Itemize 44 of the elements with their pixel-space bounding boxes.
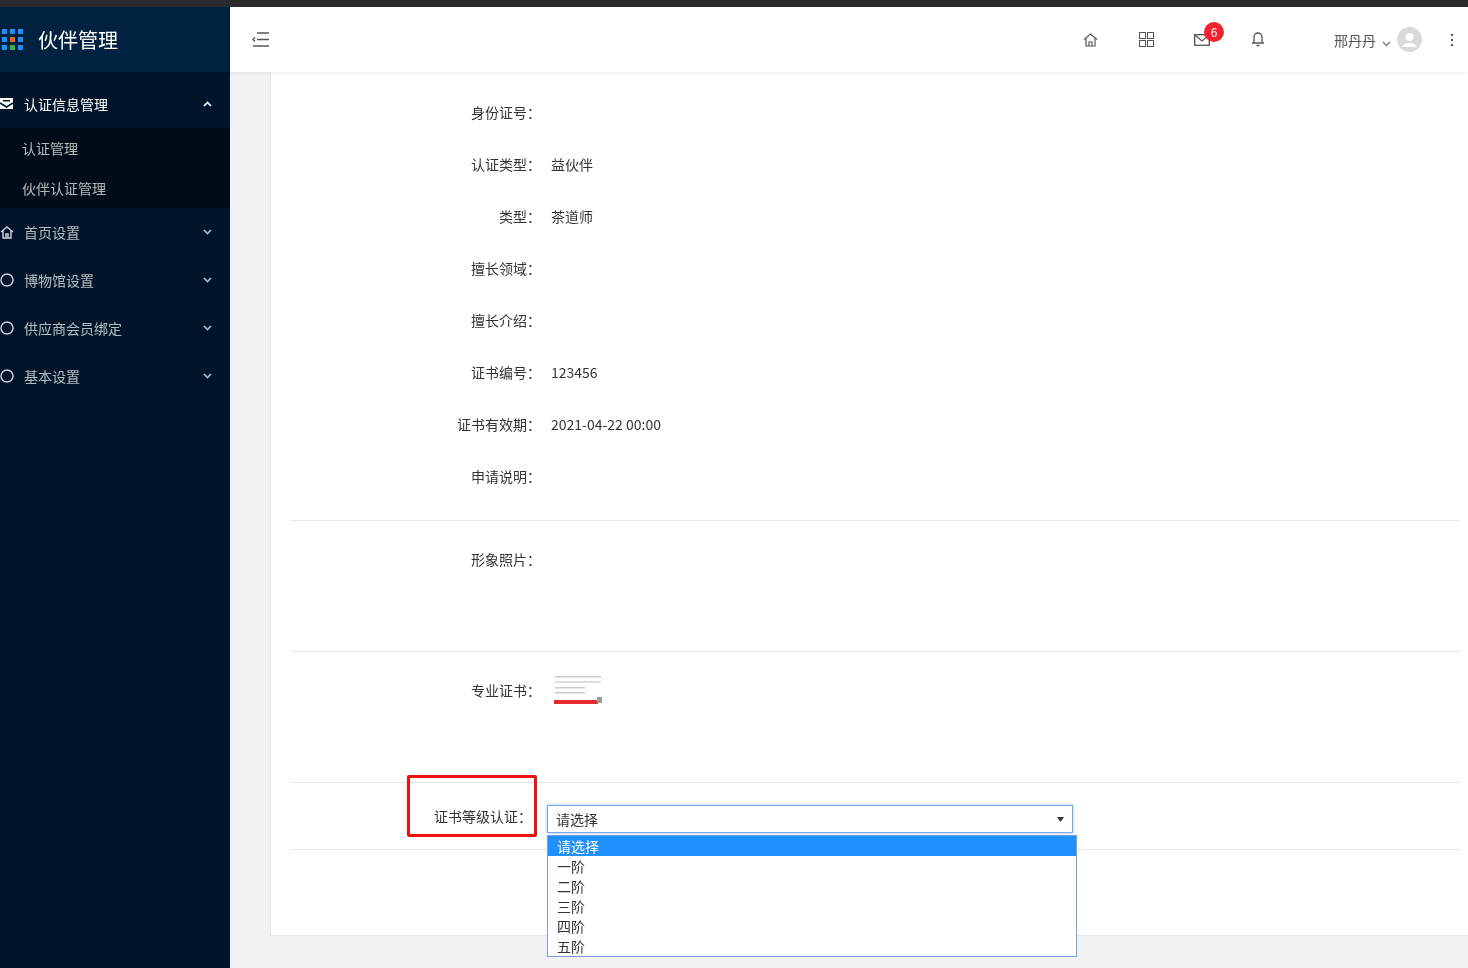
caret-icon	[1057, 816, 1064, 822]
more-icon[interactable]	[1450, 32, 1454, 47]
home-icon[interactable]	[1082, 32, 1098, 47]
notification-badge: 6	[1204, 21, 1224, 42]
chevron-down-icon	[203, 277, 212, 283]
chevron-up-icon	[203, 101, 212, 107]
field-label: 专业证书：	[470, 680, 541, 700]
circle-icon	[0, 369, 14, 383]
submenu-item[interactable]: 伙伴认证管理	[0, 168, 230, 208]
field-label: 认证类型：	[470, 154, 541, 174]
chevron-down-icon	[203, 325, 212, 331]
chevron-down-icon	[203, 229, 212, 235]
field-label: 形象照片：	[470, 549, 541, 569]
field-value: 2021-04-22 00:00	[551, 414, 661, 434]
field-value: 益伙伴	[551, 154, 593, 174]
field-label: 擅长领域：	[470, 258, 541, 278]
app-title: 伙伴管理	[38, 25, 118, 54]
field-label: 证书等级认证：	[434, 806, 532, 826]
field-value: 茶道师	[551, 206, 593, 226]
submenu-item[interactable]: 认证管理	[0, 128, 230, 168]
home-icon	[0, 225, 14, 239]
menu-item[interactable]: 认证信息管理	[0, 80, 230, 128]
field-label: 证书编号：	[470, 362, 541, 382]
chevron-down-icon	[1382, 40, 1391, 47]
menu-item[interactable]: 首页设置	[0, 208, 230, 256]
mail-icon[interactable]	[1194, 33, 1210, 46]
menu-fold-icon[interactable]	[252, 32, 270, 47]
field-label: 类型：	[498, 206, 541, 226]
field-label: 身份证号：	[470, 102, 541, 122]
circle-icon	[0, 273, 14, 287]
grid-icon[interactable]	[1138, 32, 1154, 47]
field-label: 申请说明：	[470, 466, 541, 486]
field-value: 123456	[551, 362, 598, 382]
menu-item[interactable]: 基本设置	[0, 352, 230, 400]
field-label: 证书有效期：	[456, 414, 541, 434]
circle-icon	[0, 321, 14, 335]
menu-item[interactable]: 供应商会员绑定	[0, 304, 230, 352]
user-name[interactable]: 邢丹丹	[1334, 29, 1376, 50]
bell-icon[interactable]	[1251, 31, 1265, 48]
field-label: 擅长介绍：	[470, 310, 541, 330]
grid-logo-icon	[2, 28, 24, 51]
grade-select[interactable]: 请选择	[547, 805, 1073, 833]
chevron-down-icon	[203, 373, 212, 379]
menu-item[interactable]: 博物馆设置	[0, 256, 230, 304]
